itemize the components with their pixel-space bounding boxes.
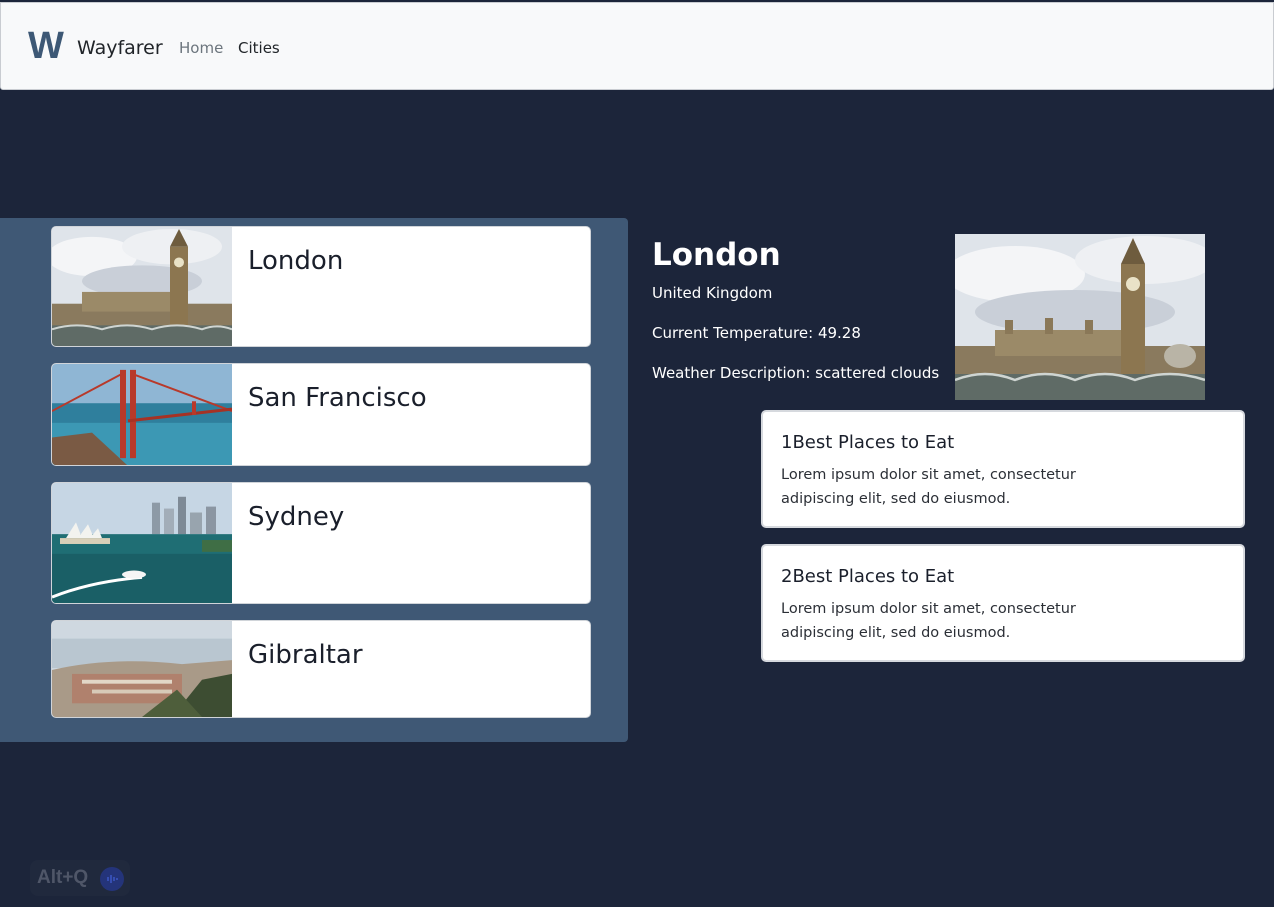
city-name: Gibraltar	[248, 640, 363, 670]
city-name: Sydney	[248, 502, 345, 532]
sydney-harbour-image	[52, 483, 232, 603]
post-card[interactable]: 1Best Places to Eat Lorem ipsum dolor si…	[761, 410, 1245, 528]
city-detail-title: London	[652, 237, 781, 273]
nav-link-home[interactable]: Home	[179, 38, 223, 58]
city-name: London	[248, 246, 344, 276]
city-card-san-francisco[interactable]: San Francisco	[51, 363, 591, 466]
brand-name[interactable]: Wayfarer	[77, 36, 163, 60]
post-title: 1Best Places to Eat	[781, 432, 955, 453]
alt-q-label: Alt+Q	[37, 867, 89, 888]
alt-q-shortcut[interactable]: Alt+Q	[30, 860, 130, 896]
city-card-gibraltar[interactable]: Gibraltar	[51, 620, 591, 718]
city-list-panel: London San Francisco Sydney Gibraltar	[0, 218, 628, 742]
navbar: W Wayfarer Home Cities	[0, 2, 1274, 90]
nav-link-cities[interactable]: Cities	[238, 38, 280, 58]
brand-logo[interactable]: W	[28, 24, 64, 68]
current-temperature: Current Temperature: 49.28	[652, 324, 861, 342]
post-title: 2Best Places to Eat	[781, 566, 955, 587]
post-card[interactable]: 2Best Places to Eat Lorem ipsum dolor si…	[761, 544, 1245, 662]
post-body: Lorem ipsum dolor sit amet, consectetur …	[781, 467, 1076, 507]
big-ben-image	[955, 234, 1205, 400]
city-card-sydney[interactable]: Sydney	[51, 482, 591, 604]
gibraltar-image	[52, 621, 232, 717]
weather-description: Weather Description: scattered clouds	[652, 364, 940, 382]
city-card-london[interactable]: London	[51, 226, 591, 347]
post-body: Lorem ipsum dolor sit amet, consectetur …	[781, 601, 1076, 641]
city-country: United Kingdom	[652, 284, 773, 302]
voice-wave-icon	[100, 867, 124, 891]
city-name: San Francisco	[248, 383, 427, 413]
golden-gate-image	[52, 364, 232, 465]
big-ben-image	[52, 227, 232, 346]
